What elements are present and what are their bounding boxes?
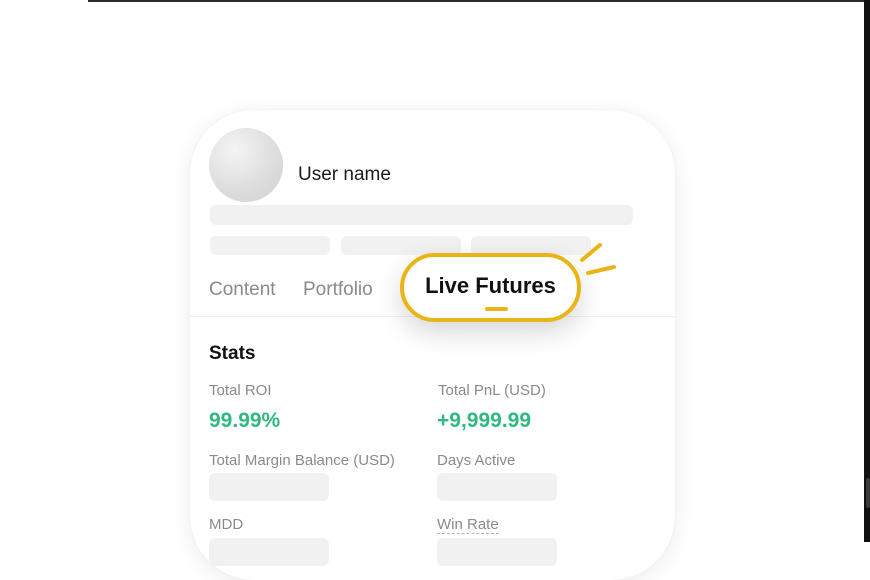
right-edge-mark [866,478,870,508]
win-rate-label: Win Rate [437,516,499,534]
right-edge-strip [864,0,870,542]
active-tab-indicator [485,307,508,311]
skeleton-line-bio [210,205,633,225]
margin-balance-placeholder [209,473,329,501]
mdd-placeholder [209,538,329,566]
days-active-placeholder [437,473,557,501]
stats-title: Stats [209,343,256,364]
phone-mockup: User name Content Portfolio Stats Total … [190,110,675,580]
user-name: User name [298,164,391,185]
skeleton-chip-1 [210,236,330,255]
tab-portfolio[interactable]: Portfolio [303,279,373,301]
avatar[interactable] [209,128,283,202]
win-rate-placeholder [437,538,557,566]
tab-live-futures[interactable]: Live Futures [400,253,581,322]
tab-content[interactable]: Content [209,279,276,301]
mdd-label: MDD [209,516,244,533]
live-futures-label: Live Futures [425,272,556,298]
margin-balance-label: Total Margin Balance (USD) [209,452,395,469]
total-roi-value: 99.99% [209,409,281,432]
total-roi-label: Total ROI [209,382,272,399]
total-pnl-value: +9,999.99 [437,409,532,432]
top-edge-bar [88,0,864,2]
total-pnl-label: Total PnL (USD) [438,382,546,399]
days-active-label: Days Active [437,452,516,469]
